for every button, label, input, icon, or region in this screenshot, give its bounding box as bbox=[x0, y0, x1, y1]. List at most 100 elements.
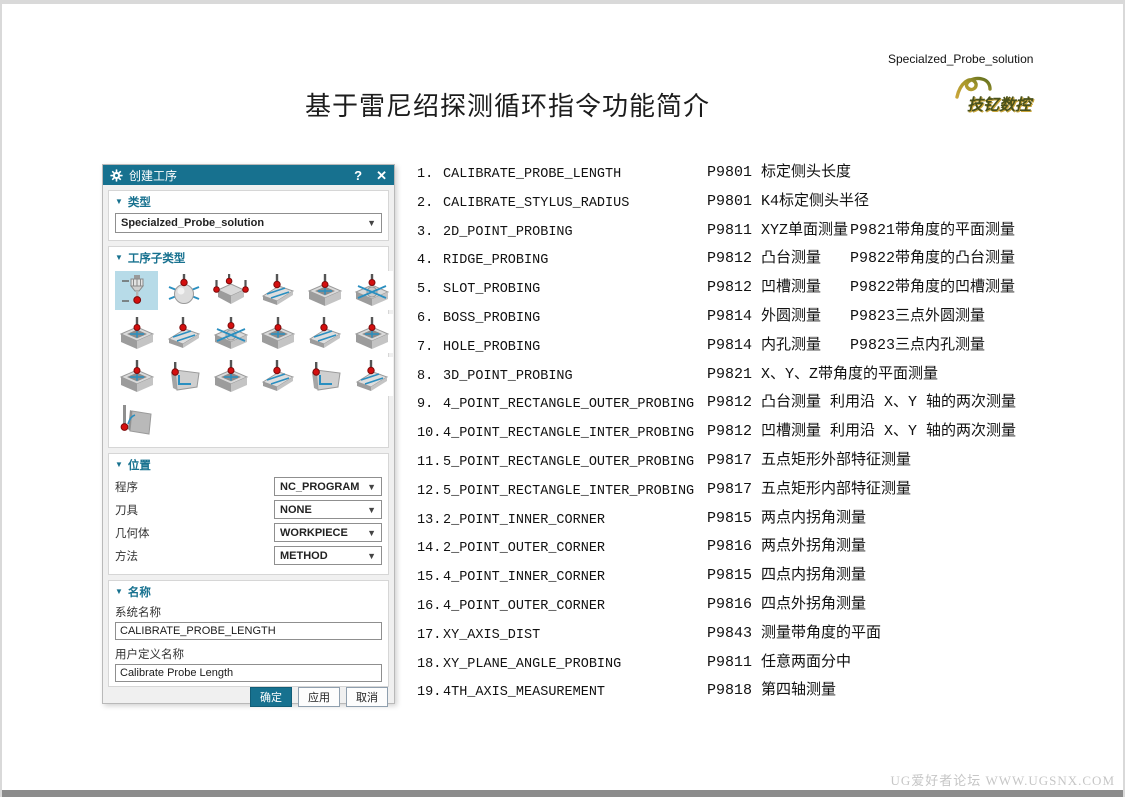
subtype-icon-xy-plane-angle-probing[interactable] bbox=[350, 357, 393, 396]
list-item-description: P9801 标定侧头长度 bbox=[707, 164, 852, 181]
subtype-icon-2d-point-probing[interactable] bbox=[209, 271, 252, 310]
name-section-label: 名称 bbox=[127, 587, 151, 599]
user-name-label: 用户定义名称 bbox=[115, 649, 184, 661]
list-item-name: XY_PLANE_ANGLE_PROBING bbox=[443, 656, 622, 672]
subtype-icon-xy-axis-dist[interactable] bbox=[303, 357, 346, 396]
list-item-name: SLOT_PROBING bbox=[443, 282, 541, 298]
list-item-number: 5. bbox=[417, 282, 434, 298]
subtype-icon-calibrate-probe-length[interactable] bbox=[115, 271, 158, 310]
method-dropdown[interactable]: METHOD ▼ bbox=[274, 546, 382, 565]
list-item-number: 10. bbox=[417, 426, 442, 442]
brand-logo: 技钇数控 bbox=[952, 74, 1052, 118]
list-item-description: P9812 凹槽测量 P9822带角度的凹槽测量 bbox=[707, 274, 1015, 303]
list-item-name: 4TH_AXIS_MEASUREMENT bbox=[443, 685, 606, 701]
program-dropdown-value: NC_PROGRAM bbox=[280, 480, 360, 493]
subtype-icon-4th-axis-measurement[interactable] bbox=[115, 400, 158, 439]
subtype-icon-3d-point-probing[interactable] bbox=[162, 314, 205, 353]
subtype-icon-4-point-inner-corner[interactable] bbox=[209, 357, 252, 396]
subtype-icon-slot-probing[interactable] bbox=[303, 271, 346, 310]
list-item-name: 2D_POINT_PROBING bbox=[443, 224, 573, 240]
list-item-number: 12. bbox=[417, 483, 442, 499]
cancel-button[interactable]: 取消 bbox=[346, 687, 388, 707]
name-section-header[interactable]: ▼ 名称 bbox=[109, 581, 388, 602]
dropdown-arrow-icon: ▼ bbox=[367, 504, 376, 515]
type-dropdown[interactable]: Specialzed_Probe_solution ▼ bbox=[115, 213, 382, 233]
dialog-title: 创建工序 bbox=[129, 168, 178, 183]
system-name-input[interactable] bbox=[115, 622, 382, 640]
list-item-description: P9815 两点内拐角测量 bbox=[707, 509, 867, 527]
list-item-number: 2. bbox=[417, 195, 434, 211]
watermark: UG爱好者论坛 WWW.UGSNX.COM bbox=[890, 773, 1115, 788]
list-item-3d_point_probing: 8. 3D_POINT_PROBING P9821 X、Y、Z带角度的平面测量 bbox=[417, 361, 1123, 390]
bottom-strip bbox=[2, 790, 1123, 797]
collapse-arrow-icon: ▼ bbox=[115, 460, 123, 469]
name-section: ▼ 名称 系统名称 用户定义名称 bbox=[108, 580, 389, 687]
list-item-xy_axis_dist: 17. XY_AXIS_DIST P9843 测量带角度的平面 bbox=[417, 620, 1123, 649]
list-item-name: XY_AXIS_DIST bbox=[443, 627, 541, 643]
type-section-header[interactable]: ▼ 类型 bbox=[109, 191, 388, 212]
subtype-icon-calibrate-stylus-radius[interactable] bbox=[162, 271, 205, 310]
list-item-number: 9. bbox=[417, 397, 434, 413]
subtype-section-header[interactable]: ▼ 工序子类型 bbox=[109, 247, 388, 268]
user-name-input[interactable] bbox=[115, 664, 382, 682]
list-item-calibrate_probe_length: 1. CALIBRATE_PROBE_LENGTH P9801 标定侧头长度 bbox=[417, 159, 1123, 188]
subtype-icon-hole-probing[interactable] bbox=[115, 314, 158, 353]
list-item-description: P9812 凸台测量 P9822带角度的凸台测量 bbox=[707, 245, 1015, 274]
subtype-icon-boss-probing[interactable] bbox=[350, 271, 393, 310]
list-item-number: 17. bbox=[417, 627, 442, 643]
subtype-icon-2-point-inner-corner[interactable] bbox=[115, 357, 158, 396]
list-item-description: P9843 测量带角度的平面 bbox=[707, 624, 882, 642]
list-item-name: HOLE_PROBING bbox=[443, 339, 541, 355]
geometry-dropdown[interactable]: WORKPIECE ▼ bbox=[274, 523, 382, 542]
slide-frame: 基于雷尼绍探测循环指令功能简介 Specialzed_Probe_solutio… bbox=[0, 0, 1125, 797]
ok-button[interactable]: 确定 bbox=[250, 687, 292, 707]
subtype-icon-5-point-rectangle-inter-probing[interactable] bbox=[350, 314, 393, 353]
list-item-name: RIDGE_PROBING bbox=[443, 253, 549, 269]
list-item-2_point_inner_corner: 13. 2_POINT_INNER_CORNER P9815 两点内拐角测量 bbox=[417, 505, 1123, 534]
location-section-header[interactable]: ▼ 位置 bbox=[109, 454, 388, 475]
help-button[interactable]: ? bbox=[354, 169, 362, 182]
list-item-description: P9817 五点矩形内部特征测量 bbox=[707, 480, 912, 498]
list-item-number: 3. bbox=[417, 224, 434, 240]
list-item-number: 19. bbox=[417, 685, 442, 701]
location-rows: 程序 NC_PROGRAM ▼ 刀具 NONE ▼ 几何体 WORKPIECE ▼ 方法 METHO… bbox=[109, 475, 388, 574]
list-item-description: P9811 XYZ单面测量 P9821带角度的平面测量 bbox=[707, 217, 1015, 246]
location-row-program: 程序 NC_PROGRAM ▼ bbox=[109, 476, 388, 497]
list-item-description-extra: P9822带角度的凸台测量 bbox=[850, 250, 1016, 268]
list-item-description: P9818 第四轴测量 bbox=[707, 682, 837, 700]
subtype-icon-5-point-rectangle-outer-probing[interactable] bbox=[303, 314, 346, 353]
subtype-icon-4-point-rectangle-outer-probing[interactable] bbox=[209, 314, 252, 353]
dropdown-arrow-icon: ▼ bbox=[367, 550, 376, 561]
list-item-description: P9816 四点外拐角测量 bbox=[707, 595, 867, 613]
list-item-name: 3D_POINT_PROBING bbox=[443, 368, 573, 384]
probe-operation-list: 1. CALIBRATE_PROBE_LENGTH P9801 标定侧头长度 2. CA… bbox=[417, 159, 1123, 706]
list-item-xy_plane_angle_probing: 18. XY_PLANE_ANGLE_PROBING P9811 任意两面分中 bbox=[417, 649, 1123, 678]
list-item-name: 2_POINT_INNER_CORNER bbox=[443, 512, 606, 528]
tool-dropdown[interactable]: NONE ▼ bbox=[274, 500, 382, 519]
subtype-icon-2-point-outer-corner[interactable] bbox=[162, 357, 205, 396]
subtype-icon-4-point-outer-corner[interactable] bbox=[256, 357, 299, 396]
dropdown-arrow-icon: ▼ bbox=[367, 218, 376, 228]
list-item-number: 16. bbox=[417, 598, 442, 614]
subtype-icon-4-point-rectangle-inter-probing[interactable] bbox=[256, 314, 299, 353]
list-item-boss_probing: 6. BOSS_PROBING P9814 外圆测量 P9823三点外圆测量 bbox=[417, 303, 1123, 332]
program-dropdown[interactable]: NC_PROGRAM ▼ bbox=[274, 477, 382, 496]
subtype-icon-ridge-probing[interactable] bbox=[256, 271, 299, 310]
collapse-arrow-icon: ▼ bbox=[115, 253, 123, 262]
list-item-description: P9812 凸台测量 利用沿 X、Y 轴的两次测量 bbox=[707, 394, 1017, 412]
dialog-titlebar[interactable]: 创建工序 ? ✕ bbox=[103, 165, 394, 185]
list-item-ridge_probing: 4. RIDGE_PROBING P9812 凸台测量 P9822带角度的凸台测量 bbox=[417, 245, 1123, 274]
type-section: ▼ 类型 Specialzed_Probe_solution ▼ bbox=[108, 190, 389, 241]
close-button[interactable]: ✕ bbox=[376, 169, 387, 182]
create-operation-dialog: 创建工序 ? ✕ ▼ 类型 Specialzed_Probe_solution … bbox=[102, 164, 395, 707]
list-item-4_point_rectangle_inter_probing: 10. 4_POINT_RECTANGLE_INTER_PROBING P9812 … bbox=[417, 418, 1123, 447]
apply-button[interactable]: 应用 bbox=[298, 687, 340, 707]
collapse-arrow-icon: ▼ bbox=[115, 197, 123, 206]
list-item-number: 1. bbox=[417, 167, 434, 182]
list-item-name: 5_POINT_RECTANGLE_INTER_PROBING bbox=[443, 483, 695, 499]
list-item-4th_axis_measurement: 19. 4TH_AXIS_MEASUREMENT P9818 第四轴测量 bbox=[417, 677, 1123, 706]
program-label: 程序 bbox=[115, 481, 138, 494]
list-item-number: 4. bbox=[417, 253, 434, 269]
method-label: 方法 bbox=[115, 550, 138, 563]
tool-dropdown-value: NONE bbox=[280, 503, 312, 516]
